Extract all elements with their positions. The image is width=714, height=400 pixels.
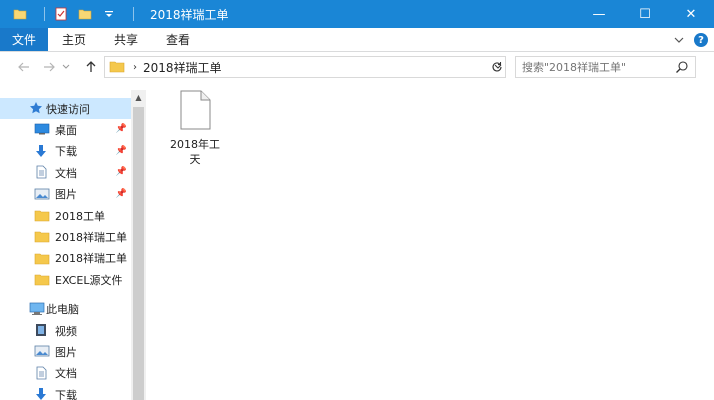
tab-file[interactable]: 文件 bbox=[0, 28, 48, 51]
sidebar-item-label: 图片 bbox=[55, 188, 77, 202]
refresh-button[interactable] bbox=[488, 56, 506, 78]
search-box[interactable] bbox=[515, 56, 696, 78]
tab-share[interactable]: 共享 bbox=[100, 28, 152, 51]
window-title: 2018祥瑞工单 bbox=[150, 7, 229, 22]
sidebar-item-this-pc[interactable]: 此电脑 bbox=[0, 299, 131, 320]
pin-icon[interactable]: 📌 bbox=[116, 146, 127, 156]
sidebar-item-pc-downloads[interactable]: 下载 bbox=[0, 384, 131, 400]
breadcrumb-current[interactable]: 2018祥瑞工单 bbox=[143, 59, 222, 76]
sidebar-item-label: 2018工单 bbox=[55, 209, 105, 223]
help-button[interactable]: ? bbox=[694, 33, 708, 47]
sidebar-item-videos[interactable]: 视频 bbox=[0, 320, 131, 341]
sidebar-item-label: 此电脑 bbox=[46, 303, 79, 317]
nav-tree: 快速访问 桌面 📌 下载 📌 文档 📌 图片 📌 2018工单 2018祥瑞工单… bbox=[0, 98, 131, 400]
scrollbar-thumb[interactable] bbox=[133, 107, 144, 400]
breadcrumb-separator-icon[interactable]: › bbox=[133, 62, 137, 73]
sidebar-item-pc-pictures[interactable]: 图片 bbox=[0, 341, 131, 362]
tab-home[interactable]: 主页 bbox=[48, 28, 100, 51]
file-list-pane[interactable]: 2018年工天 bbox=[146, 82, 714, 400]
star-icon bbox=[29, 101, 45, 117]
sidebar-item-label: 文档 bbox=[55, 166, 77, 180]
sidebar-item-folder-xiangrui-1[interactable]: 2018祥瑞工单 bbox=[0, 226, 131, 247]
search-icon[interactable] bbox=[675, 60, 689, 77]
blank-file-icon bbox=[179, 90, 211, 133]
folder-icon bbox=[34, 229, 50, 245]
sidebar-item-label: 2018祥瑞工单 bbox=[55, 252, 127, 266]
pin-icon[interactable]: 📌 bbox=[116, 124, 127, 134]
title-bar: 2018祥瑞工单 — ☐ ✕ bbox=[0, 0, 714, 28]
sidebar-item-documents[interactable]: 文档 📌 bbox=[0, 162, 131, 183]
search-input[interactable] bbox=[516, 60, 671, 74]
back-button[interactable] bbox=[13, 56, 35, 78]
recent-locations-chevron-icon[interactable] bbox=[60, 56, 72, 78]
download-icon bbox=[34, 387, 50, 400]
sidebar-item-quick-access[interactable]: 快速访问 bbox=[0, 98, 131, 120]
close-button[interactable]: ✕ bbox=[668, 0, 714, 28]
document-icon bbox=[34, 165, 50, 181]
minimize-button[interactable]: — bbox=[576, 0, 622, 28]
maximize-button[interactable]: ☐ bbox=[622, 0, 668, 28]
folder-icon bbox=[34, 208, 50, 224]
folder-icon bbox=[34, 272, 50, 288]
nav-group-gap bbox=[0, 291, 131, 299]
toolbar-divider bbox=[44, 7, 45, 21]
forward-button[interactable] bbox=[38, 56, 60, 78]
new-folder-icon[interactable] bbox=[77, 6, 93, 22]
window-controls: — ☐ ✕ bbox=[576, 0, 714, 28]
file-name: 2018年工天 bbox=[170, 138, 220, 166]
tab-view[interactable]: 查看 bbox=[152, 28, 204, 51]
navigation-pane: 快速访问 桌面 📌 下载 📌 文档 📌 图片 📌 2018工单 2018祥瑞工单… bbox=[0, 90, 146, 400]
sidebar-item-desktop[interactable]: 桌面 📌 bbox=[0, 119, 131, 140]
folder-icon[interactable] bbox=[12, 6, 28, 22]
sidebar-item-folder-excel[interactable]: EXCEL源文件 bbox=[0, 269, 131, 290]
videos-icon bbox=[34, 323, 50, 339]
desktop-icon bbox=[34, 122, 50, 138]
properties-icon[interactable] bbox=[53, 6, 69, 22]
sidebar-item-pc-documents[interactable]: 文档 bbox=[0, 363, 131, 384]
computer-icon bbox=[29, 302, 45, 318]
nav-scrollbar[interactable]: ▲ bbox=[131, 90, 146, 400]
pictures-icon bbox=[34, 187, 50, 203]
sidebar-item-folder-2018[interactable]: 2018工单 bbox=[0, 205, 131, 226]
pin-icon[interactable]: 📌 bbox=[116, 189, 127, 199]
ribbon-tabs: 文件 主页 共享 查看 ? bbox=[0, 28, 714, 52]
scroll-up-arrow-icon[interactable]: ▲ bbox=[131, 90, 146, 105]
sidebar-item-label: 视频 bbox=[55, 324, 77, 338]
pin-icon[interactable]: 📌 bbox=[116, 167, 127, 177]
sidebar-item-label: 文档 bbox=[55, 367, 77, 381]
pictures-icon bbox=[34, 344, 50, 360]
file-item[interactable]: 2018年工天 bbox=[166, 90, 224, 167]
sidebar-item-label: 桌面 bbox=[55, 124, 77, 138]
folder-icon bbox=[109, 59, 125, 76]
address-bar[interactable]: › 2018祥瑞工单 bbox=[104, 56, 506, 78]
up-button[interactable] bbox=[80, 56, 102, 78]
sidebar-item-downloads[interactable]: 下载 📌 bbox=[0, 141, 131, 162]
sidebar-item-label: 快速访问 bbox=[46, 102, 90, 116]
sidebar-item-label: EXCEL源文件 bbox=[55, 273, 123, 287]
address-row: › 2018祥瑞工单 bbox=[0, 52, 714, 82]
sidebar-item-label: 下载 bbox=[55, 145, 77, 159]
toolbar-divider bbox=[133, 7, 134, 21]
document-icon bbox=[34, 366, 50, 382]
customize-toolbar-icon[interactable] bbox=[101, 6, 117, 22]
sidebar-item-label: 图片 bbox=[55, 345, 77, 359]
expand-ribbon-chevron-icon[interactable] bbox=[674, 34, 684, 47]
quick-access-toolbar bbox=[0, 6, 142, 22]
folder-icon bbox=[34, 251, 50, 267]
sidebar-item-pictures[interactable]: 图片 📌 bbox=[0, 184, 131, 205]
sidebar-item-label: 2018祥瑞工单 bbox=[55, 231, 127, 245]
sidebar-item-folder-xiangrui-2[interactable]: 2018祥瑞工单 bbox=[0, 248, 131, 269]
download-icon bbox=[34, 144, 50, 160]
ribbon-right-controls: ? bbox=[674, 28, 708, 52]
sidebar-item-label: 下载 bbox=[55, 388, 77, 400]
